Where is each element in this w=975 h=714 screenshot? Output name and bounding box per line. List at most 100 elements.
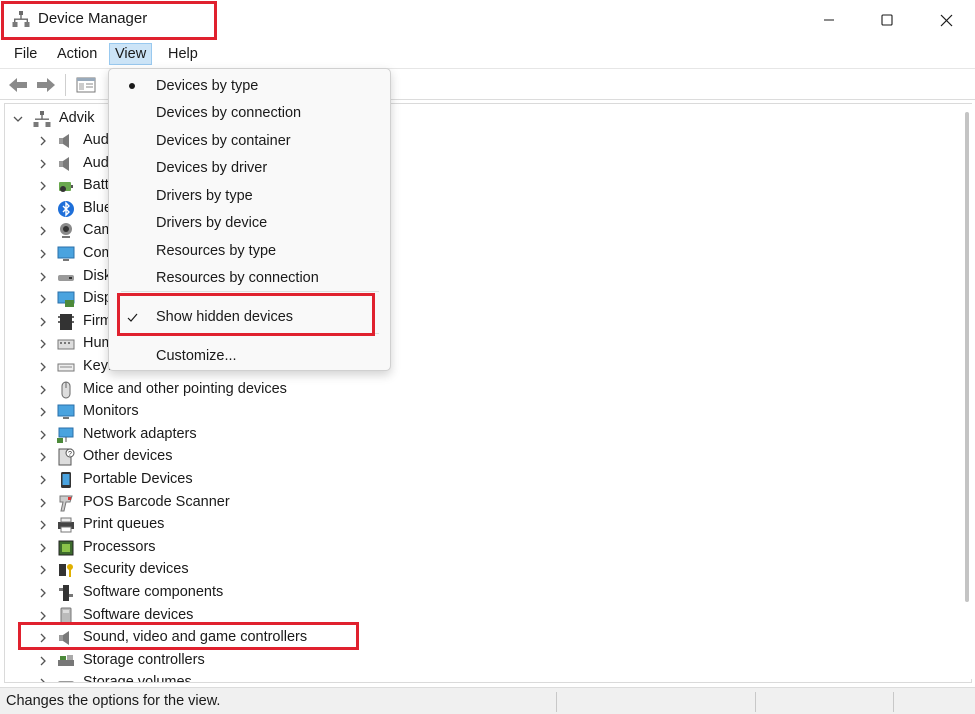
- display-adapter-icon: [57, 291, 75, 308]
- mouse-icon: [61, 381, 71, 399]
- chevron-right-icon[interactable]: [36, 609, 50, 623]
- printer-icon: [58, 517, 74, 533]
- computer-tree-icon: [33, 111, 51, 127]
- chevron-right-icon[interactable]: [36, 360, 50, 374]
- tree-item-label: Network adapters: [83, 425, 197, 442]
- view-menu-item-label: Resources by type: [156, 243, 277, 259]
- chevron-right-icon[interactable]: [36, 179, 50, 193]
- tree-item[interactable]: Print queues: [5, 514, 945, 536]
- other-device-icon: ?: [58, 448, 75, 466]
- back-arrow-icon: [9, 78, 27, 92]
- view-menu-item[interactable]: Devices by driver: [113, 156, 386, 182]
- tree-item-label: Mice and other pointing devices: [83, 380, 287, 397]
- chevron-right-icon[interactable]: [36, 428, 50, 442]
- storage-volume-icon: [58, 681, 74, 682]
- tree-item-label: Software devices: [83, 606, 194, 623]
- view-menu-item-label: Devices by connection: [156, 105, 302, 121]
- status-divider: [893, 692, 894, 712]
- chevron-right-icon[interactable]: [36, 134, 50, 148]
- view-menu-item-label: Customize...: [156, 348, 237, 364]
- view-menu-item[interactable]: Resources by connection: [113, 266, 386, 292]
- chevron-right-icon[interactable]: [36, 202, 50, 216]
- tree-item[interactable]: Processors: [5, 537, 945, 559]
- tree-item[interactable]: ? Other devices: [5, 446, 945, 468]
- device-manager-window: Device Manager File Action View Help Adv…: [0, 0, 975, 714]
- tree-item[interactable]: Storage controllers: [5, 650, 945, 672]
- chevron-right-icon[interactable]: [36, 496, 50, 510]
- chevron-right-icon[interactable]: [36, 337, 50, 351]
- tree-item[interactable]: Mice and other pointing devices: [5, 379, 945, 401]
- toolbar-separator: [65, 74, 66, 96]
- tree-item[interactable]: Monitors: [5, 401, 945, 423]
- processor-icon: [58, 540, 74, 556]
- status-text: Changes the options for the view.: [6, 693, 221, 709]
- bluetooth-icon: [58, 200, 74, 217]
- tree-item-label: Disk: [83, 267, 112, 284]
- camera-icon: [60, 223, 72, 239]
- forward-arrow-icon: [37, 78, 55, 92]
- tree-item-label: Security devices: [83, 561, 189, 578]
- console-tree-icon: [76, 77, 96, 93]
- show-hide-console-tree-button[interactable]: [75, 74, 97, 96]
- tree-item[interactable]: POS Barcode Scanner: [5, 492, 945, 514]
- portable-device-icon: [61, 472, 71, 488]
- view-menu-item[interactable]: Devices by container: [113, 129, 386, 155]
- view-menu-item[interactable]: Drivers by device: [113, 211, 386, 237]
- menu-action[interactable]: Action: [52, 43, 102, 65]
- chevron-right-icon[interactable]: [36, 270, 50, 284]
- chevron-right-icon[interactable]: [36, 518, 50, 532]
- tree-item[interactable]: Storage volumes: [5, 672, 945, 683]
- menu-view[interactable]: View: [109, 43, 153, 65]
- minimize-icon: [824, 19, 834, 21]
- status-divider: [556, 692, 557, 712]
- tree-item-label: Monitors: [83, 403, 139, 420]
- storage-controller-icon: [58, 654, 74, 666]
- view-menu-item[interactable]: Customize...: [113, 344, 386, 370]
- chevron-right-icon[interactable]: [36, 473, 50, 487]
- hid-icon: [57, 339, 75, 350]
- chevron-right-icon[interactable]: [36, 654, 50, 668]
- chevron-right-icon[interactable]: [36, 541, 50, 555]
- view-menu-item[interactable]: Devices by type: [113, 74, 386, 100]
- chevron-right-icon[interactable]: [36, 292, 50, 306]
- tree-item[interactable]: Software components: [5, 582, 945, 604]
- chevron-right-icon[interactable]: [36, 224, 50, 238]
- tree-item-label: Storage volumes: [83, 674, 192, 683]
- chevron-right-icon[interactable]: [36, 676, 50, 683]
- view-menu-item-label: Devices by driver: [156, 160, 268, 176]
- tree-item[interactable]: Network adapters: [5, 424, 945, 446]
- view-menu-item[interactable]: Drivers by type: [113, 184, 386, 210]
- maximize-button[interactable]: [857, 0, 917, 40]
- maximize-icon: [881, 14, 893, 26]
- tree-item-label: Storage controllers: [83, 651, 205, 668]
- view-menu-item[interactable]: Devices by connection: [113, 101, 386, 127]
- menu-separator: [121, 291, 379, 292]
- chevron-right-icon[interactable]: [36, 247, 50, 261]
- chevron-right-icon[interactable]: [36, 405, 50, 419]
- back-button[interactable]: [7, 74, 29, 96]
- firmware-icon: [58, 313, 74, 330]
- chevron-right-icon[interactable]: [36, 315, 50, 329]
- scrollbar-thumb[interactable]: [965, 112, 969, 602]
- status-bar: Changes the options for the view.: [0, 687, 975, 714]
- chevron-down-icon[interactable]: [11, 112, 25, 126]
- tree-item[interactable]: Portable Devices: [5, 469, 945, 491]
- tree-item[interactable]: Security devices: [5, 559, 945, 581]
- chevron-right-icon[interactable]: [36, 383, 50, 397]
- close-button[interactable]: [916, 0, 975, 40]
- forward-button[interactable]: [35, 74, 57, 96]
- view-menu-item-label: Drivers by type: [156, 188, 253, 204]
- menu-help[interactable]: Help: [163, 43, 203, 65]
- view-menu-item[interactable]: Resources by type: [113, 239, 386, 265]
- network-adapter-icon: [57, 427, 74, 443]
- chevron-right-icon[interactable]: [36, 563, 50, 577]
- speaker-icon: [59, 156, 69, 171]
- chevron-right-icon[interactable]: [36, 157, 50, 171]
- battery-icon: [59, 182, 73, 193]
- close-icon: [940, 14, 952, 26]
- chevron-right-icon[interactable]: [36, 450, 50, 464]
- disk-drive-icon: [58, 274, 74, 281]
- minimize-button[interactable]: [799, 0, 859, 40]
- menu-file[interactable]: File: [9, 43, 42, 65]
- chevron-right-icon[interactable]: [36, 586, 50, 600]
